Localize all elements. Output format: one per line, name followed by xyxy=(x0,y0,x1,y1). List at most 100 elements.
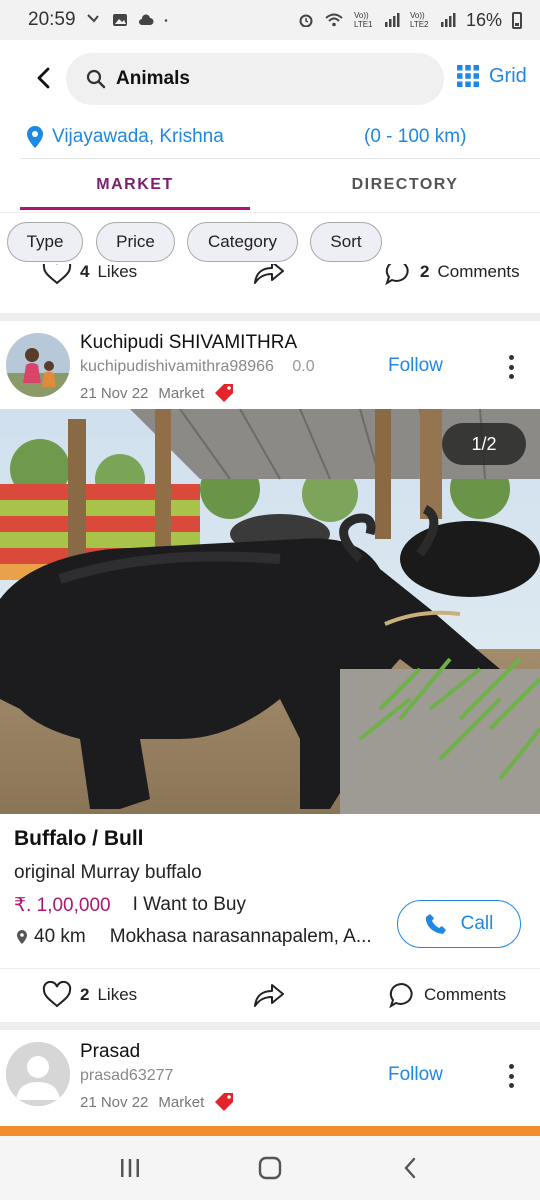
comments-button[interactable]: Comments xyxy=(388,981,506,1009)
share-icon xyxy=(254,984,284,1007)
status-time: 20:59 xyxy=(28,9,76,30)
location-range[interactable]: (0 - 100 km) xyxy=(364,126,466,148)
next-user-name[interactable]: Prasad xyxy=(80,1041,140,1063)
status-bar: 20:59 Vo)) LTE1 Vo)) LTE2 16% xyxy=(0,0,540,40)
system-nav-bar xyxy=(0,1136,540,1200)
recent-apps-icon xyxy=(121,1159,139,1177)
cloud-icon xyxy=(138,14,154,25)
home-icon xyxy=(258,1156,282,1180)
comment-icon xyxy=(389,982,413,1009)
system-back-button[interactable] xyxy=(380,1148,440,1188)
grid-view-button[interactable]: Grid xyxy=(456,64,527,88)
more-options-button[interactable] xyxy=(500,352,522,382)
tag-icon xyxy=(215,1093,234,1111)
likes-count: 2 xyxy=(80,985,90,1004)
signal-bars-icon xyxy=(440,13,456,27)
post-address: Mokhasa narasannapalem, A... xyxy=(109,926,372,947)
user-name[interactable]: Kuchipudi SHIVAMITHRA xyxy=(80,332,297,354)
previous-likes-count: 4 xyxy=(80,264,90,281)
location-selector[interactable]: Vijayawada, Krishna xyxy=(26,125,224,149)
back-arrow-icon xyxy=(37,67,50,89)
status-left: 20:59 xyxy=(28,9,172,31)
image-counter: 1/2 xyxy=(442,423,526,465)
user-rating: 0.0 xyxy=(292,358,315,375)
filter-type-chip[interactable]: Type xyxy=(7,222,83,262)
filter-price-chip[interactable]: Price xyxy=(96,222,175,262)
previous-comments-label: Comments xyxy=(437,264,520,281)
post-title: Buffalo / Bull xyxy=(14,827,144,850)
post-actions: 2 Likes Comments xyxy=(0,968,540,1020)
dot-icon xyxy=(164,19,167,22)
avatar[interactable] xyxy=(6,333,70,397)
more-vertical-icon xyxy=(508,355,514,360)
tab-market[interactable]: MARKET xyxy=(20,160,250,210)
battery-percent: 16% xyxy=(465,9,502,30)
post-date: 21 Nov 22 xyxy=(80,384,149,402)
more-vertical-icon-dot xyxy=(508,1073,514,1079)
follow-button[interactable]: Follow xyxy=(388,355,443,377)
comments-label: Comments xyxy=(424,985,507,1004)
map-pin-icon xyxy=(17,930,27,944)
search-icon xyxy=(86,69,106,89)
filter-row: Type Price Category Sort xyxy=(0,222,540,264)
previous-like-button[interactable]: 4 Likes xyxy=(42,264,137,286)
top-bar: Animals Grid xyxy=(0,40,540,116)
location-pin-icon xyxy=(27,126,43,148)
post-description: original Murray buffalo xyxy=(14,862,202,883)
filter-category-chip[interactable]: Category xyxy=(187,222,298,262)
post-section: Market xyxy=(158,384,205,402)
back-button[interactable] xyxy=(14,48,74,108)
next-post-date: 21 Nov 22 xyxy=(80,1093,149,1111)
location-place: Vijayawada, Krishna xyxy=(52,126,224,147)
next-follow-button[interactable]: Follow xyxy=(388,1064,443,1086)
post-separator xyxy=(0,313,540,321)
previous-post-actions-inner: 4 Likes 2 Comments xyxy=(0,264,540,292)
search-value: Animals xyxy=(116,68,190,89)
recent-apps-button[interactable] xyxy=(100,1148,160,1188)
post-image[interactable]: 1/2 xyxy=(0,409,540,814)
filter-sort-chip[interactable]: Sort xyxy=(310,222,382,262)
avatar[interactable] xyxy=(6,1042,70,1106)
tabs: MARKET DIRECTORY xyxy=(0,160,540,212)
back-chevron-icon xyxy=(404,1157,416,1179)
signal-lte1-label: Vo)) LTE1 xyxy=(353,11,373,29)
like-button[interactable]: 2 Likes xyxy=(42,981,137,1009)
previous-comments-button[interactable]: 2 Comments xyxy=(384,264,520,286)
post-distance: 40 km xyxy=(34,926,86,947)
call-button[interactable]: Call xyxy=(397,900,521,948)
phone-icon xyxy=(425,914,446,934)
divider xyxy=(20,158,540,159)
missed-call-icon xyxy=(86,14,99,23)
signal-lte2-label: Vo)) LTE2 xyxy=(409,11,429,29)
signal-bars-icon xyxy=(384,13,400,27)
next-post-meta: 21 Nov 22 Market xyxy=(80,1092,234,1112)
user-handle: kuchipudishivamithra98966 0.0 xyxy=(80,358,315,376)
likes-label: Likes xyxy=(97,985,138,1004)
wifi-icon xyxy=(325,13,343,27)
avatar-photo xyxy=(6,333,70,397)
home-button[interactable] xyxy=(240,1148,300,1188)
buffalo-photo xyxy=(0,409,540,814)
post-intent: I Want to Buy xyxy=(132,894,246,915)
heart-icon xyxy=(42,264,72,285)
user-handle-text: kuchipudishivamithra98966 xyxy=(80,358,274,375)
more-vertical-icon xyxy=(508,1064,514,1069)
price-row: ₹. 1,00,000 I Want to Buy xyxy=(14,894,246,917)
next-user-handle: prasad63277 xyxy=(80,1067,174,1084)
default-avatar-icon xyxy=(6,1042,70,1106)
more-vertical-icon-dot xyxy=(508,364,514,370)
heart-icon xyxy=(42,981,72,1008)
previous-likes-label: Likes xyxy=(97,264,138,281)
previous-share-button[interactable] xyxy=(252,264,286,286)
tag-icon xyxy=(215,384,234,402)
previous-comments-count: 2 xyxy=(420,264,430,281)
alarm-icon xyxy=(299,14,313,27)
active-tab-indicator xyxy=(20,207,250,210)
post-meta: 21 Nov 22 Market xyxy=(80,383,234,403)
next-more-options-button[interactable] xyxy=(500,1061,522,1091)
share-icon xyxy=(254,264,284,284)
comment-icon xyxy=(385,264,409,286)
share-button[interactable] xyxy=(252,980,286,1010)
search-input[interactable]: Animals xyxy=(66,53,444,105)
tab-directory[interactable]: DIRECTORY xyxy=(290,160,520,210)
